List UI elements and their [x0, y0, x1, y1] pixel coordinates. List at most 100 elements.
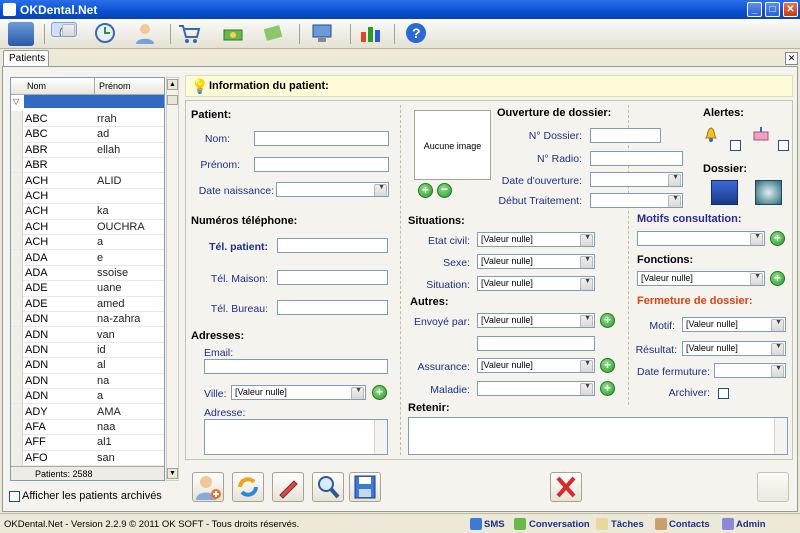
money-icon[interactable]: [221, 22, 247, 46]
fermeture-date-picker[interactable]: ▼: [714, 363, 786, 378]
add-fonction-button[interactable]: +: [770, 271, 785, 286]
add-photo-button[interactable]: +: [418, 183, 433, 198]
table-row[interactable]: ADE amed: [11, 295, 164, 313]
help-icon[interactable]: ?: [404, 22, 430, 46]
table-row[interactable]: ADN na-zahra: [11, 311, 164, 328]
filter-row[interactable]: ▽: [11, 95, 164, 109]
minimize-button[interactable]: _: [747, 2, 762, 17]
admin-link[interactable]: Admin: [736, 519, 766, 530]
tel-bureau-input[interactable]: [277, 300, 388, 315]
column-header-nom[interactable]: Nom: [23, 78, 95, 95]
table-row[interactable]: ADN na: [11, 372, 164, 390]
dashboard-icon[interactable]: [8, 22, 34, 46]
table-row[interactable]: ACH OUCHRA: [11, 218, 164, 236]
tooth-icon[interactable]: [51, 22, 77, 37]
fermeture-motif-select[interactable]: [Valeur nulle] ▼: [682, 317, 786, 332]
add-patient-button[interactable]: [192, 472, 224, 502]
save-button[interactable]: [349, 472, 381, 502]
table-row[interactable]: ADY AMA: [11, 403, 164, 420]
add-ville-button[interactable]: +: [372, 385, 387, 400]
sms-link[interactable]: SMS: [484, 519, 505, 530]
table-row[interactable]: AFF al1: [11, 434, 164, 451]
email-input[interactable]: [204, 359, 388, 374]
table-row[interactable]: ABR: [11, 157, 164, 174]
motifs-select[interactable]: ▼: [637, 231, 765, 246]
tel-maison-input[interactable]: [277, 270, 388, 285]
ville-select[interactable]: [Valeur nulle] ▼: [231, 385, 366, 400]
table-row[interactable]: ADN van: [11, 326, 164, 343]
appointment-clock-icon[interactable]: [93, 22, 119, 46]
table-row[interactable]: AFO san: [11, 449, 164, 467]
prenom-input[interactable]: [254, 157, 389, 172]
add-motif-button[interactable]: +: [770, 231, 785, 246]
adresse-textarea[interactable]: [204, 419, 388, 455]
tab-patients[interactable]: Patients: [3, 50, 49, 67]
table-row[interactable]: ACH ALID: [11, 172, 164, 189]
retenir-textarea[interactable]: [408, 417, 788, 455]
edit-button[interactable]: [272, 472, 304, 502]
nom-input[interactable]: [254, 131, 389, 146]
fermeture-resultat-select[interactable]: [Valeur nulle] ▼: [682, 341, 786, 356]
contacts-link[interactable]: Contacts: [669, 519, 710, 530]
fonctions-select[interactable]: [Valeur nulle] ▼: [637, 271, 765, 286]
table-row[interactable]: ADN id: [11, 342, 164, 359]
scroll-up-button[interactable]: ▲: [167, 79, 178, 90]
alert-birthday-checkbox[interactable]: [778, 140, 789, 151]
xray-icon[interactable]: [755, 180, 782, 205]
conversation-link[interactable]: Conversation: [529, 519, 590, 530]
table-row[interactable]: ACH a: [11, 234, 164, 251]
refresh-button[interactable]: [232, 472, 264, 502]
computer-settings-icon[interactable]: [310, 22, 336, 46]
add-maladie-button[interactable]: +: [600, 381, 615, 396]
doctor-icon[interactable]: [133, 22, 159, 46]
column-header-prenom[interactable]: Prénom: [95, 78, 164, 95]
table-row[interactable]: ACH ka: [11, 203, 164, 220]
table-row[interactable]: ADE uane: [11, 280, 164, 297]
sexe-select[interactable]: [Valeur nulle] ▼: [477, 254, 595, 269]
envoye-par-select[interactable]: [Valeur nulle] ▼: [477, 313, 595, 328]
situation-select[interactable]: [Valeur nulle] ▼: [477, 276, 595, 291]
table-row[interactable]: ACH: [11, 188, 164, 205]
naissance-date-picker[interactable]: ▼: [276, 182, 389, 197]
assurance-select[interactable]: [Valeur nulle] ▼: [477, 358, 595, 373]
maladie-select[interactable]: ▼: [477, 381, 595, 396]
table-row[interactable]: ABC ad: [11, 126, 164, 143]
add-assurance-button[interactable]: +: [600, 358, 615, 373]
alert-bell-checkbox[interactable]: [730, 140, 741, 151]
maximize-button[interactable]: □: [765, 2, 780, 17]
scroll-thumb[interactable]: [167, 95, 178, 105]
patient-photo[interactable]: Aucune image: [414, 110, 491, 180]
search-button[interactable]: [312, 472, 344, 502]
statistics-icon[interactable]: [358, 22, 384, 46]
table-row[interactable]: ABC rrah: [11, 111, 164, 128]
close-tab-button[interactable]: ✕: [785, 52, 798, 65]
archiver-checkbox[interactable]: [718, 388, 729, 399]
birthday-cake-icon[interactable]: [752, 124, 770, 142]
radio-input[interactable]: [590, 151, 683, 166]
bell-icon[interactable]: [703, 124, 719, 142]
ouverture-date-picker[interactable]: ▼: [590, 172, 683, 187]
debut-traitement-picker[interactable]: ▼: [590, 193, 683, 208]
delete-button[interactable]: [550, 472, 582, 502]
table-row[interactable]: ABR ellah: [11, 141, 164, 159]
table-row[interactable]: ADA ssoise: [11, 265, 164, 282]
cart-icon[interactable]: [177, 22, 203, 46]
close-form-button[interactable]: [757, 472, 789, 502]
tel-patient-input[interactable]: [277, 238, 388, 253]
remove-photo-button[interactable]: −: [437, 183, 452, 198]
grid-scrollbar[interactable]: ▲ ▼: [166, 77, 179, 481]
add-envoye-button[interactable]: +: [600, 313, 615, 328]
table-row[interactable]: ADN al: [11, 357, 164, 374]
close-window-button[interactable]: ✕: [783, 2, 798, 17]
patient-grid[interactable]: Nom Prénom ▽ ABC rrah ABC ad ABR ellah ABR ACH A…: [10, 77, 165, 481]
filter-input-selected[interactable]: [24, 95, 164, 108]
taches-link[interactable]: Tâches: [611, 519, 644, 530]
etat-civil-select[interactable]: [Valeur nulle] ▼: [477, 232, 595, 247]
envoye-par-detail-input[interactable]: [477, 336, 595, 351]
table-row[interactable]: ADN a: [11, 388, 164, 405]
payments-icon[interactable]: [262, 22, 288, 46]
table-row[interactable]: ADA e: [11, 249, 164, 266]
scroll-down-button[interactable]: ▼: [167, 468, 178, 479]
table-row[interactable]: AFA naa: [11, 419, 164, 436]
archived-checkbox[interactable]: [9, 491, 20, 502]
